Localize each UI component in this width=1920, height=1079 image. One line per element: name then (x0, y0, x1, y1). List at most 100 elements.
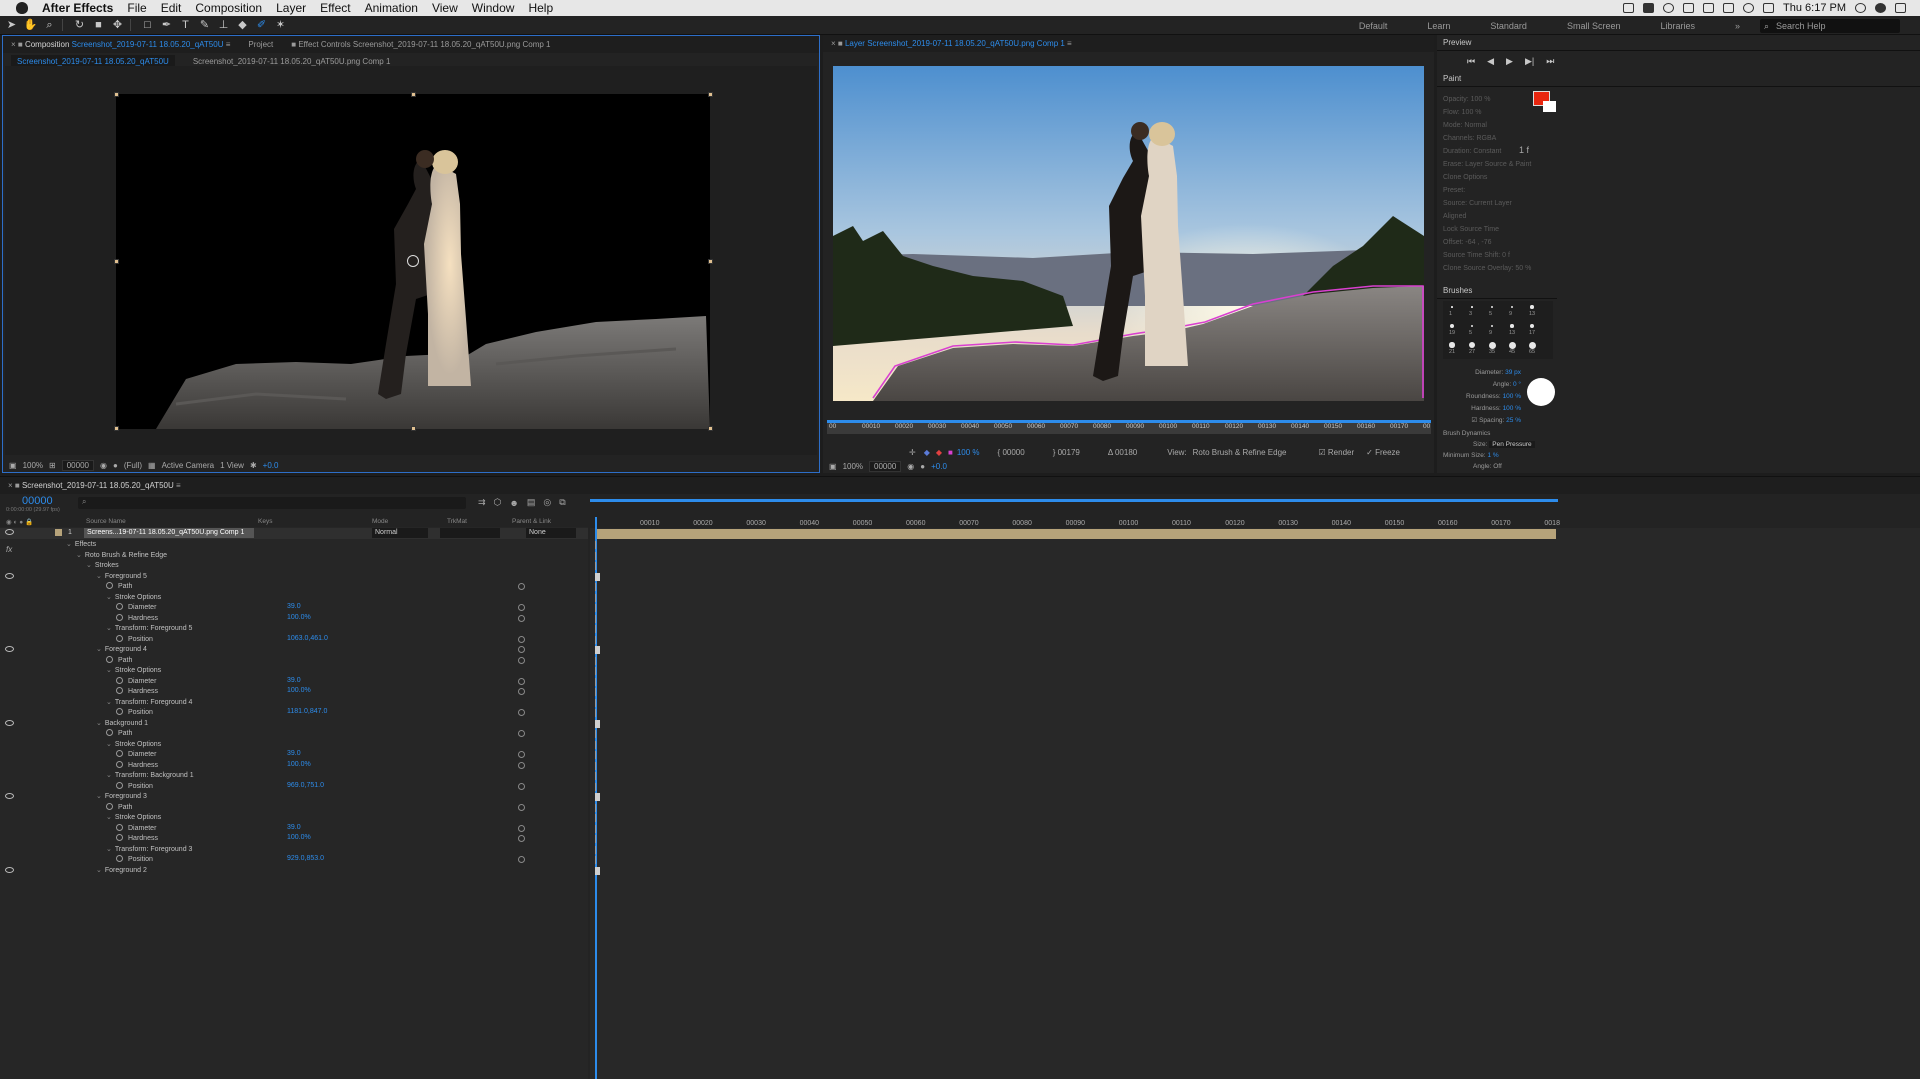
brush-tip[interactable] (1451, 306, 1453, 308)
property-row[interactable]: ⌄ Roto Brush & Refine Edge (0, 551, 588, 562)
keyframe-marker[interactable] (595, 541, 596, 549)
pick-whip-icon[interactable] (518, 730, 525, 737)
property-row[interactable]: ⌄ Transform: Background 1 (0, 771, 588, 782)
workspace-small-screen[interactable]: Small Screen (1567, 21, 1621, 31)
layer-visibility-icon[interactable] (5, 529, 14, 535)
motion-blur-icon[interactable]: ◎ (543, 497, 551, 508)
twirl-down-icon[interactable]: ⌄ (106, 624, 112, 632)
stopwatch-icon[interactable] (116, 750, 123, 757)
property-value[interactable]: 1063.0,461.0 (287, 635, 328, 642)
twirl-down-icon[interactable]: ⌄ (96, 572, 102, 580)
stopwatch-icon[interactable] (106, 582, 113, 589)
paint-setting-row[interactable]: Channels: RGBA (1443, 132, 1553, 145)
exposure-value[interactable]: +0.0 (263, 461, 279, 470)
pick-whip-icon[interactable] (518, 856, 525, 863)
graph-editor-icon[interactable]: ⧉ (559, 497, 565, 508)
brush-tip[interactable] (1449, 323, 1455, 329)
property-row[interactable]: ⌄ Stroke Options (0, 593, 588, 604)
layer-label-color[interactable] (55, 529, 62, 536)
menu-composition[interactable]: Composition (195, 1, 262, 15)
search-help-input[interactable]: Search Help (1760, 18, 1900, 33)
twirl-down-icon[interactable]: ⌄ (96, 792, 102, 800)
timeline-graph-area[interactable]: 00010 00020 00030 00040 00050 00060 00070 00080… (590, 499, 1920, 1079)
keyframe-marker[interactable] (595, 824, 596, 833)
property-row[interactable]: Hardness 100.0% (0, 613, 588, 625)
stroke-visibility-icon[interactable] (5, 646, 14, 652)
notification-center-icon[interactable] (1895, 3, 1906, 13)
pick-whip-icon[interactable] (518, 583, 525, 590)
subtab-png-comp[interactable]: Screenshot_2019-07-11 18.05.20_qAT50U.pn… (193, 57, 391, 66)
twirl-down-icon[interactable]: ⌄ (106, 666, 112, 674)
keyframe-marker[interactable] (595, 614, 596, 623)
stopwatch-icon[interactable] (116, 687, 123, 694)
pick-whip-icon[interactable] (518, 761, 525, 769)
timeline-search-input[interactable]: ⌕ (78, 497, 466, 509)
apple-icon[interactable] (16, 2, 28, 14)
transparency-grid-icon[interactable]: ▦ (148, 461, 156, 470)
creative-cloud-icon[interactable] (1663, 3, 1675, 13)
layer-exposure-value[interactable]: +0.0 (931, 462, 947, 471)
frame-blending-icon[interactable]: ▤ (527, 497, 536, 508)
menu-layer[interactable]: Layer (276, 1, 306, 15)
keyframe-marker[interactable] (595, 551, 596, 560)
clock[interactable]: Thu 6:17 PM (1783, 2, 1846, 14)
eraser-tool-icon[interactable]: ◆ (235, 18, 250, 33)
workspace-standard[interactable]: Standard (1490, 21, 1527, 31)
tab-layer[interactable]: × ■ Layer Screenshot_2019-07-11 18.05.20… (831, 39, 1072, 48)
keyframe-marker[interactable] (595, 845, 596, 854)
brush-tip[interactable] (1471, 306, 1473, 308)
layer-handle[interactable] (708, 426, 713, 431)
property-value[interactable]: 39.0 (287, 677, 301, 684)
paint-setting-row[interactable]: Source Time Shift: 0 f (1443, 249, 1553, 262)
spacing-row[interactable]: ☑ Spacing: 25 % (1443, 415, 1521, 427)
comp-mini-flowchart-icon[interactable]: ⇉ (478, 497, 486, 508)
battery-icon[interactable] (1703, 3, 1715, 13)
layer-duration-bar[interactable] (596, 529, 1556, 539)
tab-project[interactable]: Project (248, 40, 273, 49)
first-frame-icon[interactable]: ⏮ (1467, 56, 1475, 67)
stopwatch-icon[interactable] (116, 834, 123, 841)
keyframe-marker[interactable] (595, 772, 596, 780)
brush-tip[interactable] (1490, 324, 1494, 328)
brush-tip[interactable] (1529, 323, 1535, 329)
shy-icon[interactable]: ☻ (509, 498, 518, 508)
trkmat-select[interactable] (440, 528, 500, 538)
diameter-row[interactable]: Diameter: 39 px (1443, 367, 1521, 379)
spotlight-icon[interactable] (1855, 3, 1866, 13)
workspace-default[interactable]: Default (1359, 21, 1388, 31)
roto-brush-tool-icon[interactable]: ✐ (254, 18, 269, 33)
pen-tool-icon[interactable]: ✒ (159, 18, 174, 33)
layer-name[interactable]: Screens...19-07-11 18.05.20_qAT50U.png C… (84, 528, 254, 538)
menu-edit[interactable]: Edit (161, 1, 182, 15)
keyframe-marker[interactable] (595, 646, 600, 654)
property-row[interactable]: Path (0, 582, 588, 593)
anchor-point-icon[interactable] (407, 255, 419, 267)
property-row[interactable]: Diameter 39.0 (0, 823, 588, 835)
drive-icon[interactable] (1683, 3, 1695, 13)
paint-setting-row[interactable]: Source: Current Layer (1443, 197, 1553, 210)
keyframe-marker[interactable] (595, 677, 596, 686)
layer-handle[interactable] (411, 92, 416, 97)
stroke-visibility-icon[interactable] (5, 793, 14, 799)
paint-setting-row[interactable]: Clone Options (1443, 171, 1553, 184)
keyframe-marker[interactable] (595, 583, 596, 591)
channel-icon[interactable]: ● (920, 462, 925, 471)
layer-time-ruler[interactable]: 00 00010 00020 00030 00040 00050 00060 00070 000… (827, 420, 1431, 434)
stopwatch-icon[interactable] (116, 781, 123, 789)
pick-whip-icon[interactable] (518, 635, 525, 643)
pick-whip-icon[interactable] (518, 646, 525, 653)
keyframe-marker[interactable] (595, 572, 600, 581)
size-row[interactable]: Size: Pen Pressure (1443, 439, 1563, 450)
workspace-libraries[interactable]: Libraries (1660, 21, 1695, 31)
property-row[interactable]: ⌄ Stroke Options (0, 740, 588, 751)
twirl-down-icon[interactable]: ⌄ (106, 740, 112, 748)
render-checkbox[interactable]: ☑ Render (1319, 448, 1355, 457)
keyframe-marker[interactable] (595, 856, 596, 864)
property-row[interactable]: Hardness 100.0% (0, 687, 588, 698)
property-row[interactable]: Diameter 39.0 (0, 750, 588, 761)
property-value[interactable]: 100.0% (287, 687, 311, 694)
exposure-icon[interactable]: ✱ (250, 461, 257, 470)
keyframe-marker[interactable] (595, 740, 596, 749)
paint-setting-row[interactable]: Offset: -64 , -76 (1443, 236, 1553, 249)
twirl-down-icon[interactable]: ⌄ (96, 866, 102, 874)
